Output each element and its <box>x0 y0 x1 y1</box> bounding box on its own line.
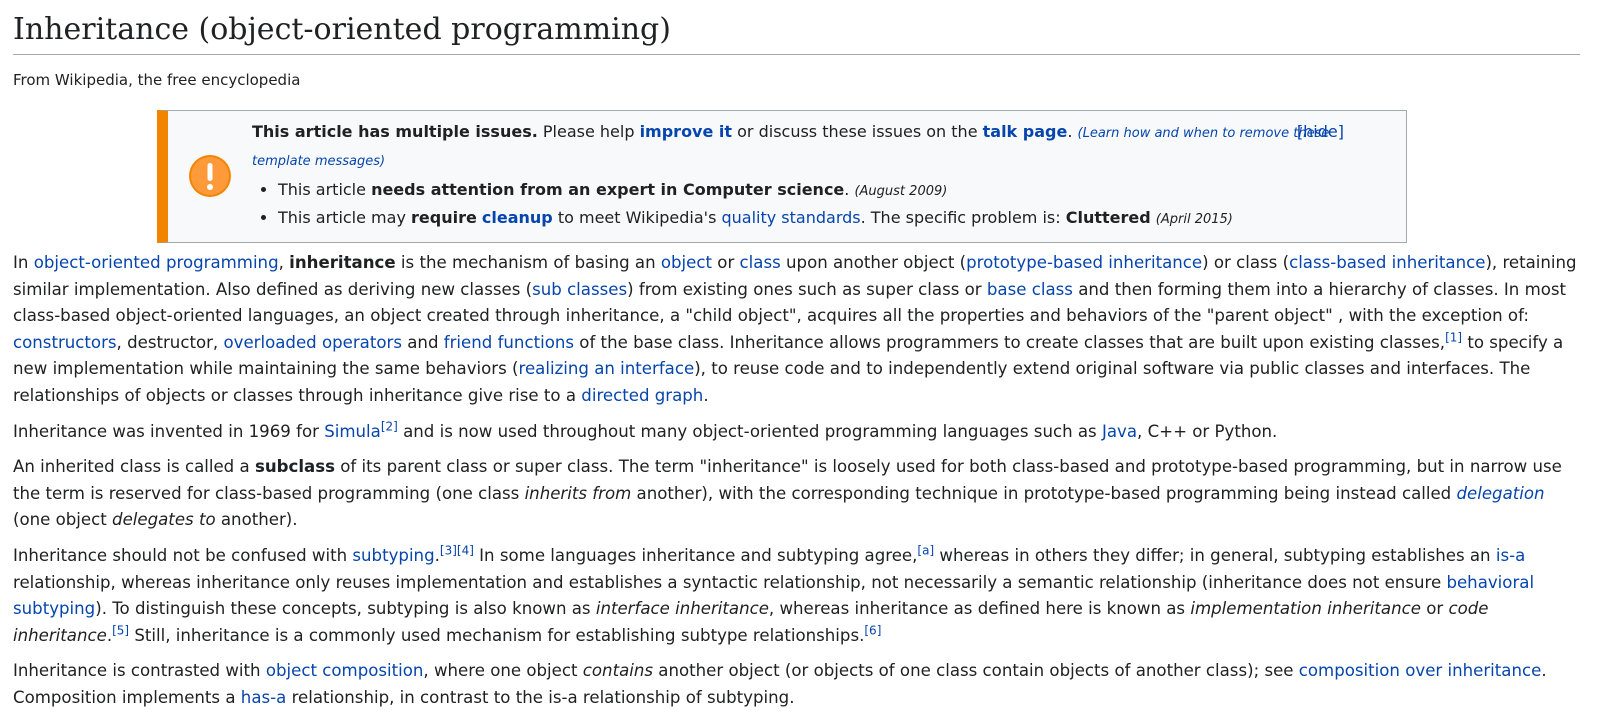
link-composition-over-inheritance[interactable]: composition over inheritance <box>1299 661 1542 680</box>
improve-link[interactable]: improve it <box>640 122 732 141</box>
link-friend-functions[interactable]: friend functions <box>444 333 574 352</box>
talk-page-link[interactable]: talk page <box>983 122 1068 141</box>
warning-icon <box>189 155 231 197</box>
link-object-oriented-programming[interactable]: object-oriented programming <box>34 253 279 272</box>
hide-button[interactable]: [hide] <box>1297 119 1344 145</box>
issue-item: This article may require cleanup to meet… <box>278 205 1342 233</box>
cleanup-link[interactable]: cleanup <box>482 208 553 227</box>
paragraph: An inherited class is called a subclass … <box>13 457 1562 530</box>
paragraph: Inheritance should not be confused with … <box>13 543 1535 645</box>
link-constructors[interactable]: constructors <box>13 333 117 352</box>
ambox-heading: This article has multiple issues. <box>252 122 538 141</box>
paragraph: Inheritance is contrasted with object co… <box>13 661 1547 707</box>
ref-2[interactable]: [2] <box>381 419 398 433</box>
ambox-text: This article has multiple issues. Please… <box>252 119 1342 233</box>
issue-date: (April 2015) <box>1155 212 1233 227</box>
quality-standards-link[interactable]: quality standards <box>721 208 860 227</box>
link-simula[interactable]: Simula <box>324 422 381 441</box>
link-java[interactable]: Java <box>1102 422 1137 441</box>
link-subtyping[interactable]: subtyping <box>352 546 434 565</box>
link-class-based-inheritance[interactable]: class-based inheritance <box>1289 253 1485 272</box>
page-title: Inheritance (object-oriented programming… <box>13 0 1580 55</box>
link-has-a[interactable]: has-a <box>241 688 287 707</box>
issue-item: This article needs attention from an exp… <box>278 177 1342 205</box>
link-object[interactable]: object <box>661 253 712 272</box>
tagline: From Wikipedia, the free encyclopedia <box>13 71 301 89</box>
link-prototype-based-inheritance[interactable]: prototype-based inheritance <box>966 253 1202 272</box>
ref-5[interactable]: [5] <box>112 623 129 637</box>
link-directed-graph[interactable]: directed graph <box>581 386 703 405</box>
link-sub-classes[interactable]: sub classes <box>532 280 627 299</box>
issues-list: This article needs attention from an exp… <box>252 177 1342 233</box>
paragraph: Inheritance was invented in 1969 for Sim… <box>13 419 1278 441</box>
link-realizing-an-interface[interactable]: realizing an interface <box>519 359 695 378</box>
ref-6[interactable]: [6] <box>864 623 881 637</box>
ref-1[interactable]: [1] <box>1445 330 1462 344</box>
ref-note-a[interactable]: [a] <box>917 543 934 557</box>
issue-date: (August 2009) <box>854 184 948 199</box>
link-base-class[interactable]: base class <box>987 280 1073 299</box>
link-overloaded-operators[interactable]: overloaded operators <box>223 333 402 352</box>
link-delegation[interactable]: delegation <box>1456 484 1544 503</box>
link-class[interactable]: class <box>740 253 781 272</box>
paragraph: In object-oriented programming, inherita… <box>13 253 1577 405</box>
article-body: In object-oriented programming, inherita… <box>13 250 1580 721</box>
ref-3-4[interactable]: [3][4] <box>440 543 474 557</box>
link-is-a[interactable]: is-a <box>1496 546 1525 565</box>
link-object-composition[interactable]: object composition <box>266 661 424 680</box>
multiple-issues-box: This article has multiple issues. Please… <box>157 110 1407 243</box>
